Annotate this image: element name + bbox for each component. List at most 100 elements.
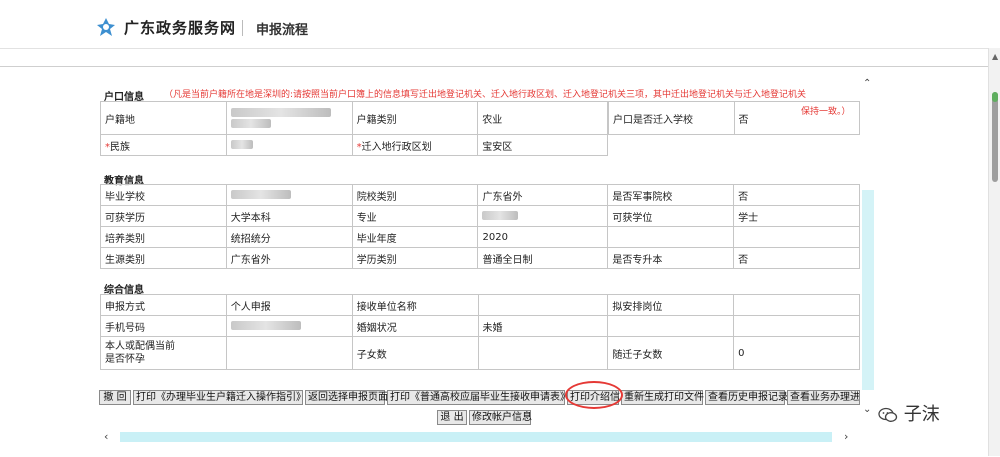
label-upgrade: 是否专升本 (607, 247, 735, 269)
value-training-type: 统招统分 (225, 226, 353, 248)
undo-button[interactable]: 撤 回 (99, 390, 131, 405)
inner-vertical-scrollbar[interactable]: ⌃ ⌄ (860, 78, 876, 430)
label-text: 迁入地行政区划 (361, 141, 432, 153)
value-huji-di (225, 101, 353, 135)
back-select-button[interactable]: 返回选择申报页面 (305, 390, 388, 405)
hukou-table-right: 户口是否迁入学校 否 (608, 101, 860, 135)
label-school-type: 院校类别 (351, 184, 479, 206)
value-edu-type: 普通全日制 (477, 247, 609, 269)
value-hukou-school: 否 (733, 101, 860, 135)
blurred-value (230, 190, 291, 199)
modify-account-button[interactable]: 修改帐户信息 (469, 410, 532, 425)
label-apply-mode: 申报方式 (100, 294, 227, 316)
hukou-table: 户籍地 户籍类别 农业 *民族 *迁入地行政区划 宝安区 (100, 101, 608, 156)
value-grad-year: 2020 (477, 226, 609, 248)
label-qianru-area: *迁入地行政区划 (351, 134, 479, 156)
value-military: 否 (733, 184, 860, 206)
value-apply-mode: 个人申报 (225, 294, 353, 316)
empty-cell (607, 315, 735, 337)
table-row: 手机号码 婚姻状况 未婚 (100, 315, 860, 337)
table-row: 毕业学校 院校类别 广东省外 是否军事院校 否 (100, 184, 860, 206)
blurred-value (230, 107, 331, 117)
value-degree-level: 大学本科 (225, 205, 353, 227)
table-row: 可获学历 大学本科 专业 可获学位 学士 (100, 205, 860, 227)
label-phone: 手机号码 (100, 315, 227, 337)
label-text: 民族 (110, 141, 130, 153)
label-children-move: 随迁子女数 (607, 336, 735, 370)
exit-button[interactable]: 退 出 (437, 410, 467, 425)
hukou-note: （凡是当前户籍所在地是深圳的:请按照当前户口簿上的信息填写迁出地登记机关、迁入地… (164, 90, 807, 100)
scroll-right-icon[interactable]: › (844, 430, 848, 443)
value-major (477, 205, 609, 227)
watermark: 子沫 (878, 400, 940, 426)
label-minzu: *民族 (100, 134, 227, 156)
print-guide-button[interactable]: 打印《办理毕业生户籍迁入操作指引》 (133, 390, 306, 405)
page-scrollbar[interactable]: ▲ (988, 48, 1000, 456)
top-bar: 广东政务服务网 申报流程 (0, 0, 988, 49)
label-receiver: 接收单位名称 (351, 294, 479, 316)
brand-title[interactable]: 广东政务服务网 (124, 17, 236, 38)
history-button[interactable]: 查看历史申报记录 (705, 390, 788, 405)
inner-horizontal-scrollbar[interactable]: ‹ › (96, 430, 860, 444)
value-pregnant (225, 336, 353, 370)
label-hukou-school: 户口是否迁入学校 (608, 101, 735, 135)
general-table: 申报方式 个人申报 接收单位名称 拟安排岗位 手机号码 婚姻状况 未婚 本人或配… (100, 294, 860, 370)
form-content: 户口信息 （凡是当前户籍所在地是深圳的:请按照当前户口簿上的信息填写迁出地登记机… (96, 78, 860, 430)
scroll-up-icon[interactable]: ⌃ (863, 78, 871, 89)
value-school-type: 广东省外 (477, 184, 609, 206)
label-degree-level: 可获学历 (100, 205, 227, 227)
value-origin: 广东省外 (225, 247, 353, 269)
blurred-value (230, 118, 271, 128)
value-receiver (477, 294, 609, 316)
label-position: 拟安排岗位 (607, 294, 735, 316)
table-row: 本人或配偶当前 是否怀孕 子女数 随迁子女数 0 (100, 336, 860, 370)
table-row: *民族 *迁入地行政区划 宝安区 (100, 134, 608, 156)
value-phone (225, 315, 353, 337)
scroll-thumb[interactable] (862, 90, 874, 190)
value-children (477, 336, 609, 370)
highlight-circle (565, 381, 623, 409)
value-huji-type: 农业 (477, 101, 608, 135)
value-children-move: 0 (733, 336, 860, 370)
label-school: 毕业学校 (100, 184, 227, 206)
label-degree: 可获学位 (607, 205, 735, 227)
label-huji-type: 户籍类别 (351, 101, 479, 135)
value-school (225, 184, 353, 206)
gd-logo-icon (97, 18, 115, 36)
label-huji-di: 户籍地 (100, 101, 227, 135)
watermark-text: 子沫 (903, 404, 940, 425)
print-form-button[interactable]: 打印《普通高校应届毕业生接收申请表》 (387, 390, 570, 405)
blurred-value (230, 321, 301, 330)
table-row: 户籍地 户籍类别 农业 (100, 101, 608, 135)
table-row: 户口是否迁入学校 否 (608, 101, 860, 135)
scroll-left-icon[interactable]: ‹ (104, 430, 108, 443)
table-row: 申报方式 个人申报 接收单位名称 拟安排岗位 (100, 294, 860, 316)
page-scroll-up-icon[interactable]: ▲ (992, 52, 998, 61)
label-text: 是否怀孕 (105, 354, 145, 365)
header-divider (242, 20, 243, 36)
label-marital: 婚姻状况 (351, 315, 479, 337)
label-pregnant: 本人或配偶当前 是否怀孕 (100, 336, 227, 370)
value-minzu (225, 134, 353, 156)
blurred-value (482, 211, 519, 220)
label-grad-year: 毕业年度 (351, 226, 479, 248)
label-military: 是否军事院校 (607, 184, 735, 206)
page-scroll-indicator (992, 92, 998, 102)
label-major: 专业 (351, 205, 479, 227)
scroll-down-icon[interactable]: ⌄ (863, 404, 871, 415)
label-text: 本人或配偶当前 (105, 341, 175, 352)
progress-button[interactable]: 查看业务办理进度 (787, 390, 860, 405)
value-marital: 未婚 (477, 315, 609, 337)
table-row: 生源类别 广东省外 学历类别 普通全日制 是否专升本 否 (100, 247, 860, 269)
empty-cell (733, 226, 860, 248)
value-upgrade: 否 (733, 247, 860, 269)
regenerate-button[interactable]: 重新生成打印文件 (621, 390, 704, 405)
scroll-track[interactable] (120, 432, 832, 442)
page-scroll-thumb[interactable] (992, 92, 998, 182)
value-position (733, 294, 860, 316)
label-origin: 生源类别 (100, 247, 227, 269)
value-qianru-area: 宝安区 (477, 134, 608, 156)
empty-cell (607, 226, 735, 248)
education-table: 毕业学校 院校类别 广东省外 是否军事院校 否 可获学历 大学本科 专业 可获学… (100, 184, 860, 269)
wechat-icon (878, 407, 898, 422)
